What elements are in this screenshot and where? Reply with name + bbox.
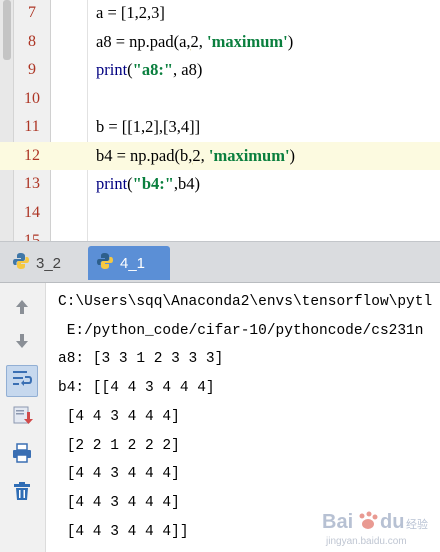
rerun-up-button[interactable] (6, 293, 38, 325)
svg-text:Bai: Bai (322, 511, 353, 533)
code-token: 'maximum' (208, 145, 290, 165)
console-line: [4 4 3 4 4 4] (58, 494, 180, 511)
code-text: b = [[1,2],[3,4]] (96, 113, 200, 142)
arrow-down-icon (12, 331, 32, 356)
line-number: 10 (24, 89, 40, 107)
line-number: 7 (28, 4, 36, 21)
code-text: a8 = np.pad(a,2, 'maximum') (96, 28, 293, 57)
soft-wrap-icon (11, 368, 33, 395)
editor-line[interactable]: 8 a8 = np.pad(a,2, 'maximum') (0, 28, 440, 57)
scroll-to-end-button[interactable] (6, 401, 38, 433)
code-editor[interactable]: 7 a = [1,2,3] 8 a8 = np.pad(a,2, 'maximum')… (0, 0, 440, 241)
code-text: print("b4:",b4) (96, 170, 200, 199)
code-text: print("a8:", a8) (96, 56, 202, 85)
console-line: E:/python_code/cifar-10/pythoncode/cs231… (58, 322, 424, 339)
print-button[interactable] (6, 439, 38, 471)
code-token: ,b4) (173, 174, 201, 193)
code-token: 'maximum' (207, 31, 288, 51)
clear-output-button[interactable] (6, 477, 38, 509)
code-token: 2, (192, 145, 209, 165)
scroll-to-end-icon (11, 404, 33, 431)
rerun-down-button[interactable] (6, 327, 38, 359)
baidu-jingyan-watermark: Bai du 经验 jingyan.baidu.com (320, 504, 432, 548)
svg-text:du: du (380, 511, 404, 533)
code-token: ) (287, 31, 294, 51)
soft-wrap-button[interactable] (6, 365, 38, 397)
svg-text:经验: 经验 (406, 517, 428, 531)
console-line: a8: [3 3 1 2 3 3 3] (58, 351, 224, 368)
console-line: [4 4 3 4 4 4] (58, 408, 180, 425)
print-icon (11, 442, 33, 469)
code-text: a = [1,2,3] (96, 0, 165, 28)
editor-line[interactable]: 11 b = [[1,2],[3,4]] (0, 113, 440, 142)
editor-line[interactable]: 12 b4 = np.pad(b,2, 'maximum') (0, 141, 440, 171)
code-token: a = [1,2,3] (96, 3, 165, 22)
line-number: 11 (24, 118, 40, 135)
python-icon (12, 252, 30, 274)
run-toolbar (0, 283, 46, 552)
line-number: 9 (28, 61, 36, 78)
code-text: b4 = np.pad(b,2, 'maximum') (96, 142, 295, 171)
tab-label: 3_2 (36, 254, 62, 272)
python-icon (96, 252, 114, 274)
code-token: ) (289, 145, 296, 165)
editor-line[interactable]: 14 (0, 199, 440, 228)
editor-line[interactable]: 9 print("a8:", a8) (0, 56, 440, 85)
line-number: 8 (28, 32, 36, 50)
trash-icon (11, 480, 33, 507)
line-number: 12 (14, 141, 50, 170)
line-number: 13 (24, 175, 40, 192)
code-token: print (96, 60, 128, 79)
line-number: 15 (24, 232, 40, 241)
watermark-url: jingyan.baidu.com (325, 536, 407, 547)
code-token: b = [[1,2],[3,4]] (96, 117, 201, 136)
code-token: , a8) (173, 60, 203, 79)
code-token: "a8:" (132, 60, 173, 79)
code-token: print (96, 174, 128, 193)
editor-line[interactable]: 15 (0, 227, 440, 241)
code-token: a8 = np.pad(a (96, 31, 187, 51)
editor-line[interactable]: 7 a = [1,2,3] (0, 0, 440, 28)
tab-label: 4_1 (120, 254, 146, 272)
console-line: [4 4 3 4 4 4] (58, 466, 180, 483)
tab-3-2[interactable]: 3_2 (4, 246, 84, 280)
console-line: [2 2 1 2 2 2] (58, 437, 180, 454)
code-token: "b4:" (132, 174, 174, 193)
code-token: b4 = np.pad(b (96, 145, 189, 165)
console-line: b4: [[4 4 3 4 4 4] (58, 380, 215, 397)
tab-4-1[interactable]: 4_1 (88, 246, 170, 280)
line-number: 14 (24, 203, 40, 221)
editor-line[interactable]: 10 (0, 85, 440, 114)
arrow-up-icon (12, 297, 32, 322)
run-tab-bar: 3_2 4_1 (0, 241, 440, 283)
console-line: C:\Users\sqq\Anaconda2\envs\tensorflow\p… (58, 294, 433, 310)
editor-line[interactable]: 13 print("b4:",b4) (0, 170, 440, 199)
code-token: 2, (190, 31, 208, 51)
console-line: [4 4 3 4 4 4]] (58, 523, 189, 540)
